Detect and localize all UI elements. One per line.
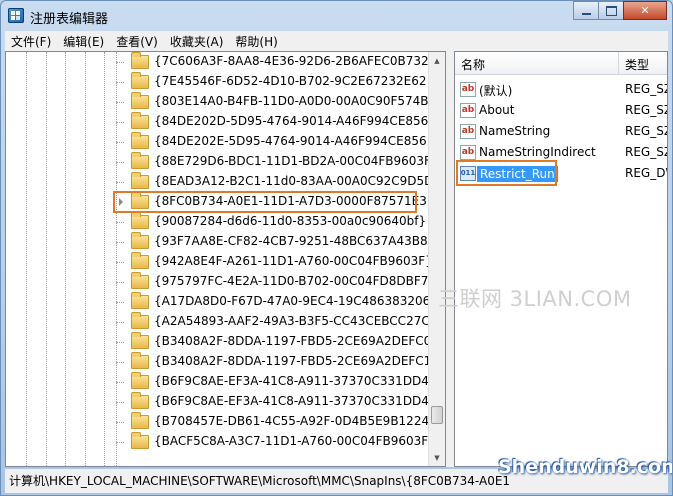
value-type: REG_DWORD xyxy=(625,166,667,180)
tree-item-label: {BACF5C8A-A3C7-11D1-A760-00C04FB9603F} xyxy=(154,434,436,448)
tree-guide-line xyxy=(85,52,86,466)
folder-icon xyxy=(131,52,149,69)
tree-guide-line xyxy=(46,52,47,466)
close-button[interactable]: ✕ xyxy=(623,1,667,20)
tree-item-label: {942A8E4F-A261-11D1-A760-00C04FB9603F} xyxy=(154,254,433,268)
column-header-name[interactable]: 名称 xyxy=(461,56,485,73)
value-name: NameStringIndirect xyxy=(479,145,596,159)
value-name: (默认) xyxy=(479,84,513,98)
status-path: 计算机\HKEY_LOCAL_MACHINE\SOFTWARE\Microsof… xyxy=(9,474,511,488)
tree-item-label: {A2A54893-AAF2-49A3-B3F5-CC43CEBCC27C} xyxy=(154,314,438,328)
tree-item-label: {93F7AA8E-CF82-4CB7-9251-48BC637A43B8} xyxy=(154,234,436,248)
tree-item-label: {B6F9C8AE-EF3A-41C8-A911-37370C331DD4} xyxy=(154,394,437,408)
tree-guide-line xyxy=(26,52,27,466)
watermark-text: 三联网 3LIAN.COM xyxy=(438,287,632,311)
string-value-icon: ab xyxy=(460,103,476,118)
tree-guide-line xyxy=(65,52,66,466)
tree-item-label: {B708457E-DB61-4C55-A92F-0D4B5E9B1224} xyxy=(154,414,437,428)
folder-icon xyxy=(131,332,149,349)
tree-item-label: {88E729D6-BDC1-11D1-BD2A-00C04FB9603F} xyxy=(154,154,439,168)
tree-item-label: {B3408A2F-8DDA-1197-FBD5-2CE69A2DEFC1} xyxy=(154,354,439,368)
folder-icon xyxy=(131,152,149,169)
menu-edit[interactable]: 编辑(E) xyxy=(57,33,110,50)
value-type: REG_SZ xyxy=(625,103,668,117)
tree-item-label: {975797FC-4E2A-11D0-B702-00C04FD8DBF7} xyxy=(154,274,437,288)
tree-item-label: {7C606A3F-8AA8-4E36-92D6-2B6AFEC0B732} xyxy=(154,54,437,68)
value-type: REG_SZ xyxy=(625,82,668,96)
tree-guide-line xyxy=(104,52,105,466)
window-controls: ✕ xyxy=(573,1,667,21)
scroll-up-arrow-icon[interactable]: ▲ xyxy=(429,52,445,69)
list-header: 名称 类型 xyxy=(455,52,667,75)
folder-icon xyxy=(131,172,149,189)
menu-file[interactable]: 文件(F) xyxy=(5,33,57,50)
folder-icon xyxy=(131,432,149,449)
folder-icon xyxy=(131,72,149,89)
tree-item-label: {803E14A0-B4FB-11D0-A0D0-00A0C90F574B} xyxy=(154,94,437,108)
title-bar[interactable]: 注册表编辑器 ✕ xyxy=(1,1,672,31)
folder-icon xyxy=(131,232,149,249)
values-list-pane[interactable]: 名称 类型 ab (默认) REG_SZ ab About REG_SZ ab … xyxy=(454,51,668,467)
folder-icon xyxy=(131,112,149,129)
menu-view[interactable]: 查看(V) xyxy=(110,33,164,50)
scroll-down-arrow-icon[interactable]: ▼ xyxy=(429,449,445,466)
regedit-app-icon xyxy=(8,8,24,23)
folder-icon xyxy=(131,372,149,389)
tree-guide-line xyxy=(116,52,117,466)
value-type: REG_SZ xyxy=(625,145,668,159)
folder-icon xyxy=(131,132,149,149)
folder-icon xyxy=(131,392,149,409)
value-highlight-box xyxy=(456,160,557,186)
string-value-icon: ab xyxy=(460,145,476,160)
tree-highlight-box xyxy=(113,191,417,213)
column-header-type[interactable]: 类型 xyxy=(625,56,649,73)
tree-item-label: {90087284-d6d6-11d0-8353-00a0c90640bf} xyxy=(154,214,427,228)
tree-vertical-scrollbar[interactable]: ▲ ▼ xyxy=(428,52,445,466)
pane-splitter[interactable] xyxy=(446,51,454,467)
tree-item-label: {84DE202E-5D95-4764-9014-A46F994CE856} xyxy=(154,134,435,148)
tree-item-label: {7E45546F-6D52-4D10-B702-9C2E67232E62} xyxy=(154,74,435,88)
tree-item-label: {84DE202D-5D95-4764-9014-A46F994CE856} xyxy=(154,114,436,128)
string-value-icon: ab xyxy=(460,82,476,97)
tree-item-label: {B6F9C8AE-EF3A-41C8-A911-37370C331DD4} xyxy=(154,374,437,388)
folder-icon xyxy=(131,92,149,109)
value-row[interactable]: ab NameString REG_SZ xyxy=(455,121,667,142)
folder-icon xyxy=(131,412,149,429)
column-separator[interactable] xyxy=(618,52,619,74)
value-name: About xyxy=(479,103,515,117)
folder-icon xyxy=(131,312,149,329)
menu-help[interactable]: 帮助(H) xyxy=(229,33,283,50)
tree-item-label: {A17DA8D0-F67D-47A0-9EC4-19C486383206} xyxy=(154,294,438,308)
window-title: 注册表编辑器 xyxy=(30,12,109,27)
folder-icon xyxy=(131,252,149,269)
folder-icon xyxy=(131,212,149,229)
value-row[interactable]: ab (默认) REG_SZ xyxy=(455,79,667,100)
menu-bar: 文件(F) 编辑(E) 查看(V) 收藏夹(A) 帮助(H) xyxy=(5,31,668,51)
menu-favorites[interactable]: 收藏夹(A) xyxy=(164,33,230,50)
value-type: REG_SZ xyxy=(625,124,668,138)
scroll-thumb[interactable] xyxy=(431,406,443,424)
value-row[interactable]: ab About REG_SZ xyxy=(455,100,667,121)
maximize-button[interactable] xyxy=(598,1,624,20)
folder-icon xyxy=(131,292,149,309)
tree-item-label: {8EAD3A12-B2C1-11d0-83AA-00A0C92C9D5D} xyxy=(154,174,441,188)
value-name: NameString xyxy=(479,124,551,138)
brand-logo: Shenduwin8.com xyxy=(498,456,673,478)
registry-editor-window: 注册表编辑器 ✕ 文件(F) 编辑(E) 查看(V) 收藏夹(A) 帮助(H) … xyxy=(0,0,673,496)
minimize-button[interactable] xyxy=(573,1,599,20)
tree-item-label: {B3408A2F-8DDA-1197-FBD5-2CE69A2DEFC0} xyxy=(154,334,439,348)
string-value-icon: ab xyxy=(460,124,476,139)
folder-icon xyxy=(131,352,149,369)
folder-icon xyxy=(131,272,149,289)
registry-tree-pane[interactable]: {7C606A3F-8AA8-4E36-92D6-2B6AFEC0B732} {… xyxy=(5,51,446,467)
